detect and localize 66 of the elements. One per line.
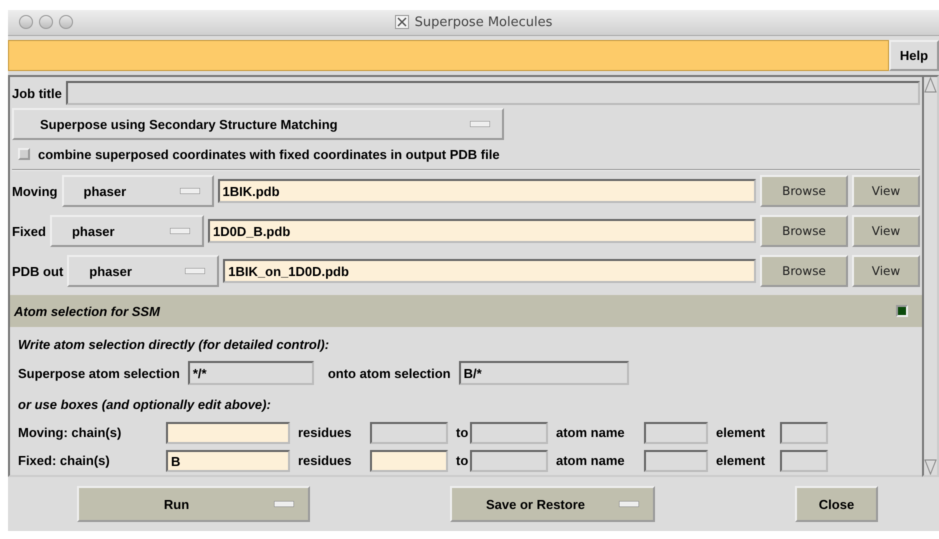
input-field[interactable] [780,422,828,444]
dropdown-indicator-icon [470,121,490,128]
field-label: element [716,453,766,468]
input-field[interactable] [370,450,448,472]
help-button[interactable]: Help [889,40,939,72]
action-button[interactable]: Save or Restore [450,486,655,522]
field-label: residues [298,425,352,440]
dropdown-indicator-icon [170,228,190,234]
field-label: atom name [556,425,625,440]
field-label: Fixed: chain(s) [18,453,110,468]
browse-button[interactable]: Browse [760,175,848,208]
field-label: element [716,425,766,440]
field-label: Moving: chain(s) [18,425,122,440]
action-button[interactable]: Close [795,486,878,522]
hint-text: or use boxes (and optionally edit above): [18,396,271,412]
section-toggle[interactable] [896,305,908,318]
filename-field[interactable]: 1BIK_on_1D0D.pdb [223,259,756,284]
source-dropdown[interactable]: phaser [67,255,220,288]
field-label: Job title [12,86,62,101]
input-field[interactable] [470,450,548,472]
section-title: Atom selection for SSM [14,304,160,319]
dropdown-indicator-icon [180,188,200,194]
job-title-field[interactable] [66,81,920,106]
window-zoom-button[interactable] [59,15,73,30]
field-label: Moving [12,184,58,199]
input-field[interactable] [644,422,708,444]
filename-field[interactable]: 1BIK.pdb [218,179,756,204]
field-label: to [456,425,468,440]
view-button[interactable]: View [852,255,920,288]
checkbox-label: combine superposed coordinates with fixed coordinates in output PDB file [38,146,500,162]
action-button[interactable]: Run [77,486,310,522]
field-label: Superpose atom selection [18,366,180,381]
browse-button[interactable]: Browse [760,215,848,248]
scrollbar[interactable] [922,75,939,478]
input-field[interactable] [166,422,290,444]
input-field[interactable] [370,422,448,444]
dropdown-indicator-icon [619,501,639,508]
field-label: Fixed [12,224,46,239]
field-label: to [456,453,468,468]
field-label: atom name [556,453,625,468]
input-field[interactable] [644,450,708,472]
view-button[interactable]: View [852,175,920,208]
source-dropdown[interactable]: phaser [50,215,204,248]
selection-field[interactable]: B/* [458,361,629,386]
browse-button[interactable]: Browse [760,255,848,288]
filename-field[interactable]: 1D0D_B.pdb [208,219,756,244]
source-dropdown[interactable]: phaser [62,175,214,208]
input-field[interactable]: B [166,450,290,472]
window-title: Superpose Molecules [414,14,552,30]
dropdown-indicator-icon [185,268,206,274]
mode-dropdown[interactable]: Superpose using Secondary Structure Matching [12,108,504,140]
window-close-button[interactable] [19,15,33,30]
field-label: onto atom selection [328,366,451,381]
window-minimize-button[interactable] [39,15,53,30]
field-label: PDB out [12,264,64,279]
dropdown-indicator-icon [274,501,294,508]
input-field[interactable] [470,422,548,444]
scroll-up-icon[interactable] [924,77,937,94]
checkbox[interactable] [18,148,30,160]
selection-field[interactable]: */* [188,361,314,386]
input-field[interactable] [780,450,828,472]
hint-text: Write atom selection directly (for detailed control): [18,336,330,352]
view-button[interactable]: View [852,215,920,248]
scroll-down-icon[interactable] [924,459,937,476]
field-label: residues [298,453,352,468]
x11-icon [394,15,409,30]
